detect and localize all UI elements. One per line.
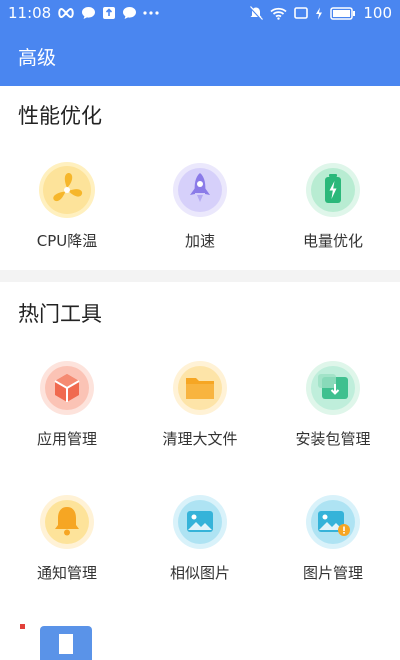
item-label: 相似图片 [169, 564, 230, 582]
app-bar: 高级 [0, 26, 400, 86]
section-divider [0, 270, 400, 282]
more-dots-icon [143, 11, 159, 15]
item-label: 图片管理 [302, 564, 363, 582]
battery-optimize-button[interactable]: 电量优化 [273, 162, 393, 251]
cpu-cooling-button[interactable]: CPU降温 [7, 162, 127, 251]
bookmark-icon[interactable] [40, 626, 92, 660]
similar-images-button[interactable]: 相似图片 [140, 494, 260, 583]
folder-icon [172, 360, 228, 416]
speed-up-button[interactable]: 加速 [140, 162, 260, 251]
package-manager-button[interactable]: 安装包管理 [273, 360, 393, 449]
infinity-icon [57, 7, 75, 19]
charging-icon [315, 7, 323, 20]
mute-bell-icon [249, 5, 264, 21]
item-label: 电量优化 [302, 232, 363, 250]
cube-icon [39, 360, 95, 416]
image-warning-icon [305, 494, 361, 550]
item-label: 通知管理 [36, 564, 97, 582]
rocket-icon [172, 162, 228, 218]
battery-level: 100 [363, 4, 392, 22]
section-title: 性能优化 [18, 104, 102, 128]
item-label: CPU降温 [36, 232, 98, 250]
status-bar: 11:08 100 [0, 0, 400, 26]
item-label: 安装包管理 [295, 430, 371, 448]
item-label: 应用管理 [36, 430, 97, 448]
battery-icon [330, 6, 356, 20]
notification-manager-button[interactable]: 通知管理 [7, 494, 127, 583]
bell-icon [39, 494, 95, 550]
clean-large-files-button[interactable]: 清理大文件 [140, 360, 260, 449]
red-dot-indicator [20, 624, 25, 629]
upload-box-icon [102, 6, 116, 20]
image-manager-button[interactable]: 图片管理 [273, 494, 393, 583]
image-icon [172, 494, 228, 550]
wifi-icon [270, 7, 287, 20]
item-label: 加速 [184, 232, 215, 250]
chat-bubble-icon [122, 6, 137, 20]
status-time: 11:08 [8, 4, 52, 22]
chat-bubble-icon [81, 6, 96, 20]
page-title: 高级 [18, 46, 57, 69]
screen-icon [294, 7, 309, 19]
section-title: 热门工具 [18, 302, 102, 326]
item-label: 清理大文件 [162, 430, 238, 448]
battery-icon [305, 162, 361, 218]
app-manager-button[interactable]: 应用管理 [7, 360, 127, 449]
package-icon [305, 360, 361, 416]
fan-icon [39, 162, 95, 218]
